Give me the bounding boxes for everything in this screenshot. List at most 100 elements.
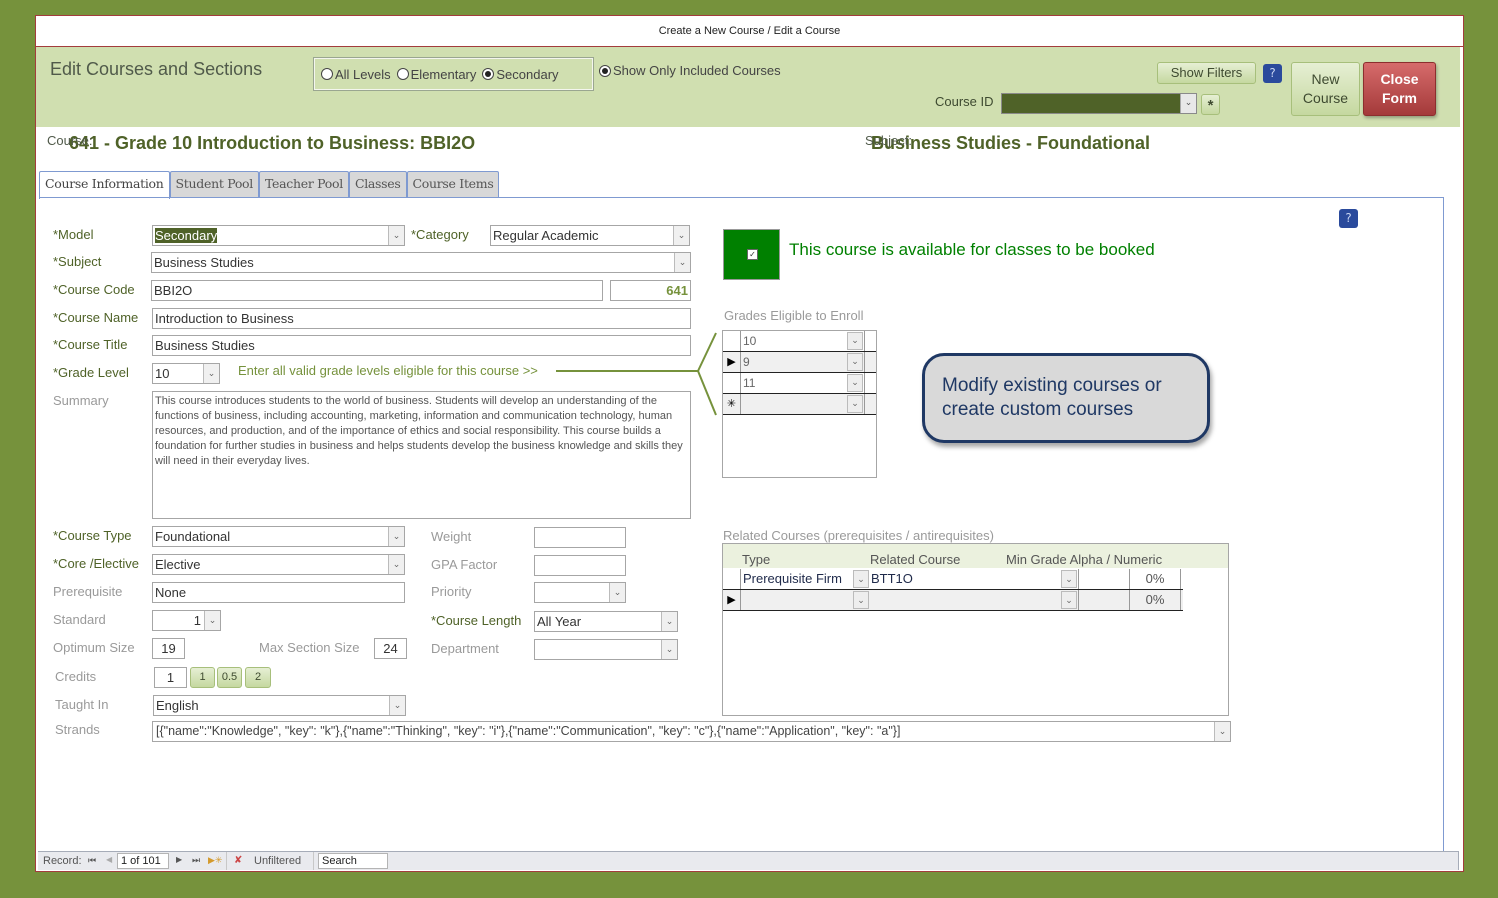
credit-0-5-button[interactable]: 0.5 [217, 667, 242, 688]
related-course-row[interactable]: Prerequisite Firm ⌄ BTT1O ⌄ 0% [723, 569, 1183, 590]
chevron-down-icon[interactable]: ⌄ [674, 253, 690, 272]
help-button[interactable]: ? [1339, 209, 1358, 228]
tab-classes[interactable]: Classes [348, 171, 407, 198]
standard-combo[interactable]: 1 ⌄ [152, 610, 221, 631]
chevron-down-icon[interactable]: ⌄ [388, 226, 404, 245]
priority-combo[interactable]: ⌄ [534, 582, 626, 603]
credit-1-button[interactable]: 1 [190, 667, 215, 688]
course-name-input[interactable]: Introduction to Business [152, 308, 691, 329]
tab-course-information[interactable]: Course Information [39, 171, 170, 199]
weight-input[interactable] [534, 527, 626, 548]
related-course-value[interactable] [871, 590, 1061, 610]
min-grade-numeric[interactable]: 0% [1129, 590, 1181, 610]
radio-elementary[interactable]: Elementary [396, 67, 476, 82]
subject-value: Business Studies [154, 255, 254, 270]
tab-course-items[interactable]: Course Items [406, 171, 500, 198]
tab-student-pool[interactable]: Student Pool [169, 171, 259, 198]
tab-teacher-pool[interactable]: Teacher Pool [258, 171, 349, 198]
new-record-button[interactable]: * [1201, 94, 1220, 115]
chevron-down-icon[interactable]: ⌄ [661, 612, 677, 631]
close-form-button[interactable]: Close Form [1363, 62, 1436, 116]
help-button[interactable]: ? [1263, 64, 1282, 83]
chevron-down-icon[interactable]: ⌄ [661, 640, 677, 659]
search-input[interactable]: Search [318, 853, 388, 869]
filter-icon[interactable]: ✘ [234, 855, 242, 866]
min-grade-alpha[interactable] [1078, 590, 1129, 610]
max-section-size-input[interactable]: 24 [374, 638, 407, 659]
grade-row[interactable]: 10 ⌄ [723, 331, 876, 352]
credits-input[interactable]: 1 [154, 667, 187, 688]
show-filters-button[interactable]: Show Filters [1157, 62, 1256, 84]
chevron-down-icon[interactable]: ⌄ [203, 364, 219, 383]
taught-in-combo[interactable]: English ⌄ [153, 695, 406, 716]
chevron-down-icon[interactable]: ⌄ [847, 332, 863, 350]
chevron-down-icon[interactable]: ⌄ [1061, 570, 1077, 588]
previous-record-icon[interactable]: ◀ [106, 855, 112, 864]
availability-toggle[interactable]: ✓ [723, 229, 780, 280]
grade-row[interactable]: 11 ⌄ [723, 373, 876, 394]
chevron-down-icon[interactable]: ⌄ [1214, 722, 1230, 741]
min-grade-numeric[interactable]: 0% [1129, 569, 1181, 589]
chevron-down-icon[interactable]: ⌄ [847, 395, 863, 413]
chevron-down-icon[interactable]: ⌄ [204, 611, 220, 630]
category-combo[interactable]: Regular Academic ⌄ [490, 225, 690, 246]
chevron-down-icon[interactable]: ⌄ [388, 527, 404, 546]
new-record-icon[interactable]: ✳ [723, 394, 741, 414]
first-record-icon[interactable]: ⏮ [88, 855, 96, 866]
optimum-size-input[interactable]: 19 [152, 638, 185, 659]
row-selector[interactable] [723, 373, 741, 393]
last-record-icon[interactable]: ⏭ [192, 855, 200, 866]
course-id-combo[interactable]: ⌄ [1001, 93, 1197, 114]
current-record-input[interactable]: 1 of 101 [117, 853, 169, 869]
show-only-included-toggle[interactable]: Show Only Included Courses [599, 63, 781, 78]
row-selector[interactable] [723, 331, 741, 351]
chevron-down-icon[interactable]: ⌄ [673, 226, 689, 245]
checkbox-checked-icon[interactable]: ✓ [747, 249, 758, 260]
radio-all-levels[interactable]: All Levels [321, 67, 391, 82]
chevron-down-icon[interactable]: ⌄ [389, 696, 405, 715]
radio-secondary[interactable]: Secondary [482, 67, 559, 82]
row-selector[interactable]: ▶ [723, 352, 741, 372]
grades-eligible-label: Grades Eligible to Enroll [724, 308, 864, 323]
related-course-value[interactable]: BTT1O [871, 569, 1061, 589]
strands-combo[interactable]: [{"name":"Knowledge", "key": "k"},{"name… [152, 721, 1231, 742]
grade-row[interactable]: ▶ 9 ⌄ [723, 352, 876, 373]
grade-level-combo[interactable]: 10 ⌄ [152, 363, 220, 384]
summary-textarea[interactable]: This course introduces students to the w… [152, 391, 691, 519]
row-selector[interactable] [723, 569, 741, 589]
chevron-down-icon[interactable]: ⌄ [1180, 94, 1196, 113]
course-id-label: Course ID [935, 94, 994, 109]
chevron-down-icon[interactable]: ⌄ [388, 555, 404, 574]
filter-status[interactable]: Unfiltered [254, 855, 301, 867]
next-record-icon[interactable]: ▶ [176, 855, 182, 864]
related-course-row[interactable]: ▶ ⌄ ⌄ 0% [723, 590, 1183, 611]
subject-combo[interactable]: Business Studies ⌄ [151, 252, 691, 273]
credit-2-button[interactable]: 2 [245, 667, 271, 688]
type-value[interactable] [743, 590, 855, 610]
chevron-down-icon[interactable]: ⌄ [1061, 591, 1077, 609]
model-value: Secondary [155, 228, 218, 243]
min-grade-alpha[interactable] [1078, 569, 1129, 589]
course-code-input[interactable]: BBI2O [151, 280, 603, 301]
model-combo[interactable]: Secondary ⌄ [152, 225, 405, 246]
type-value[interactable]: Prerequisite Firm [743, 569, 855, 589]
gpa-factor-input[interactable] [534, 555, 626, 576]
course-type-combo[interactable]: Foundational ⌄ [152, 526, 405, 547]
course-id-readonly: 641 [610, 280, 691, 301]
new-record-icon[interactable]: ▶✳ [208, 855, 222, 866]
grade-new-row[interactable]: ✳ ⌄ [723, 394, 876, 415]
course-length-combo[interactable]: All Year ⌄ [534, 611, 678, 632]
chevron-down-icon[interactable]: ⌄ [847, 374, 863, 392]
row-selector[interactable]: ▶ [723, 590, 741, 610]
department-combo[interactable]: ⌄ [534, 639, 678, 660]
column-header-related-course: Related Course [870, 552, 961, 567]
button-label: Close [1380, 71, 1419, 87]
new-course-button[interactable]: New Course [1291, 62, 1360, 116]
chevron-down-icon[interactable]: ⌄ [853, 570, 869, 588]
chevron-down-icon[interactable]: ⌄ [609, 583, 625, 602]
chevron-down-icon[interactable]: ⌄ [853, 591, 869, 609]
prerequisite-input[interactable]: None [152, 582, 405, 603]
standard-label: Standard [53, 612, 106, 627]
chevron-down-icon[interactable]: ⌄ [847, 353, 863, 371]
core-elective-combo[interactable]: Elective ⌄ [152, 554, 405, 575]
